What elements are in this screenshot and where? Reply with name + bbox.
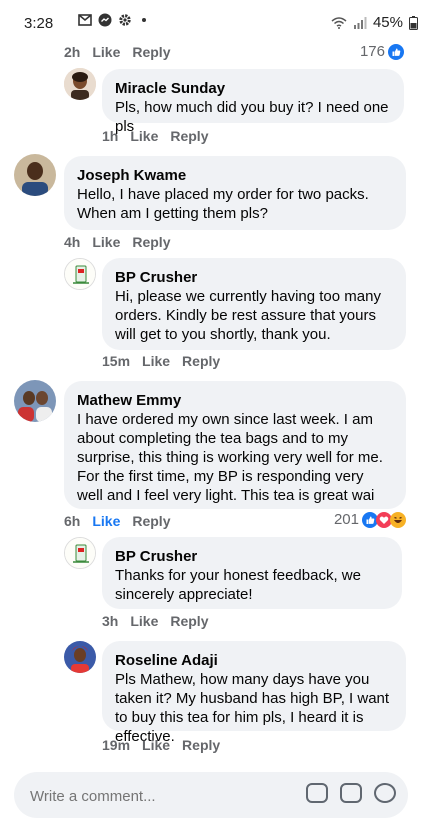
comment-text: Hi, please we currently having too many …	[115, 288, 381, 343]
reply-button[interactable]: Reply	[132, 513, 170, 529]
reaction-count[interactable]: 176	[360, 43, 404, 60]
notification-dot	[142, 18, 146, 22]
avatar[interactable]	[64, 258, 96, 290]
comment-text: Hello, I have placed my order for two pa…	[77, 186, 369, 222]
reply-button[interactable]: Reply	[132, 44, 170, 60]
battery-icon	[409, 15, 418, 30]
comment-meta: 4h Like Reply	[64, 234, 170, 250]
comment-bubble[interactable]: BP Crusher Hi, please we currently havin…	[102, 258, 406, 350]
comment-time: 2h	[64, 44, 81, 60]
avatar[interactable]	[64, 68, 96, 100]
gif-icon[interactable]	[340, 783, 362, 803]
avatar[interactable]	[64, 641, 96, 673]
reply-button[interactable]: Reply	[182, 737, 220, 753]
battery-percent: 45%	[372, 14, 403, 31]
comment-meta: 3h Like Reply	[102, 613, 208, 629]
status-time: 3:28	[24, 15, 54, 32]
messenger-icon	[98, 13, 112, 27]
like-button[interactable]: Like	[92, 44, 120, 60]
comment-meta: 19m Like Reply	[102, 737, 220, 753]
comment-meta: 6h Like Reply	[64, 513, 170, 529]
comment-meta: 2h Like Reply	[64, 44, 170, 60]
like-button[interactable]: Like	[92, 234, 120, 250]
commenter-name[interactable]: Joseph Kwame	[77, 166, 393, 185]
commenter-name[interactable]: Roseline Adaji	[115, 651, 393, 670]
comment-bubble[interactable]: Mathew Emmy I have ordered my own since …	[64, 381, 406, 509]
wifi-icon	[331, 16, 347, 29]
comment-bubble[interactable]: Roseline Adaji Pls Mathew, how many days…	[102, 641, 406, 745]
avatar-photo	[64, 641, 96, 673]
avatar-photo	[14, 380, 56, 422]
commenter-name[interactable]: Miracle Sunday	[115, 79, 391, 98]
comment-time: 15m	[102, 353, 131, 369]
commenter-name[interactable]: BP Crusher	[115, 547, 389, 566]
comment-text: Pls Mathew, how many days have you taken…	[115, 671, 390, 745]
emoji-icon[interactable]	[374, 783, 396, 803]
like-button-active[interactable]: Like	[92, 513, 120, 529]
comment-time: 6h	[64, 513, 81, 529]
commenter-name[interactable]: Mathew Emmy	[77, 391, 393, 410]
comment-text: I have ordered my own since last week. I…	[77, 411, 383, 504]
like-button[interactable]: Like	[130, 128, 158, 144]
reaction-count[interactable]: 201	[334, 511, 406, 528]
reply-button[interactable]: Reply	[170, 128, 208, 144]
comment-bubble[interactable]: BP Crusher Thanks for your honest feedba…	[102, 537, 402, 609]
bp-crusher-logo	[65, 538, 95, 568]
like-button[interactable]: Like	[142, 353, 170, 369]
reaction-count-number: 176	[359, 43, 385, 60]
status-bar: 3:28 45%	[0, 0, 446, 44]
comment-input[interactable]	[28, 787, 302, 806]
comment-time: 3h	[102, 613, 119, 629]
reply-button[interactable]: Reply	[132, 234, 170, 250]
comment-time: 4h	[64, 234, 81, 250]
comment-meta: 15m Like Reply	[102, 353, 220, 369]
like-button[interactable]: Like	[142, 737, 170, 753]
bp-crusher-logo	[65, 259, 95, 289]
comment-bubble[interactable]: Miracle Sunday Pls, how much did you buy…	[102, 69, 404, 135]
reply-button[interactable]: Reply	[182, 353, 220, 369]
avatar[interactable]	[14, 380, 56, 422]
signal-icon	[353, 16, 367, 29]
haha-reaction-icon	[390, 511, 406, 528]
avatar-photo	[64, 68, 96, 100]
avatar-photo	[14, 154, 56, 196]
like-reaction-icon	[388, 43, 404, 60]
camera-icon[interactable]	[306, 783, 328, 803]
settings-gear-icon	[119, 14, 131, 26]
comment-text: Thanks for your honest feedback, we sinc…	[115, 567, 361, 603]
comment-meta: 1h Like Reply	[102, 128, 208, 144]
reply-button[interactable]: Reply	[170, 613, 208, 629]
comment-composer[interactable]	[14, 772, 408, 818]
comment-bubble[interactable]: Joseph Kwame Hello, I have placed my ord…	[64, 156, 406, 230]
comment-time: 1h	[102, 128, 119, 144]
commenter-name[interactable]: BP Crusher	[115, 268, 393, 287]
avatar[interactable]	[64, 537, 96, 569]
gmail-icon	[78, 14, 92, 26]
reaction-count-number: 201	[333, 511, 359, 528]
comment-time: 19m	[102, 737, 131, 753]
avatar[interactable]	[14, 154, 56, 196]
like-button[interactable]: Like	[130, 613, 158, 629]
